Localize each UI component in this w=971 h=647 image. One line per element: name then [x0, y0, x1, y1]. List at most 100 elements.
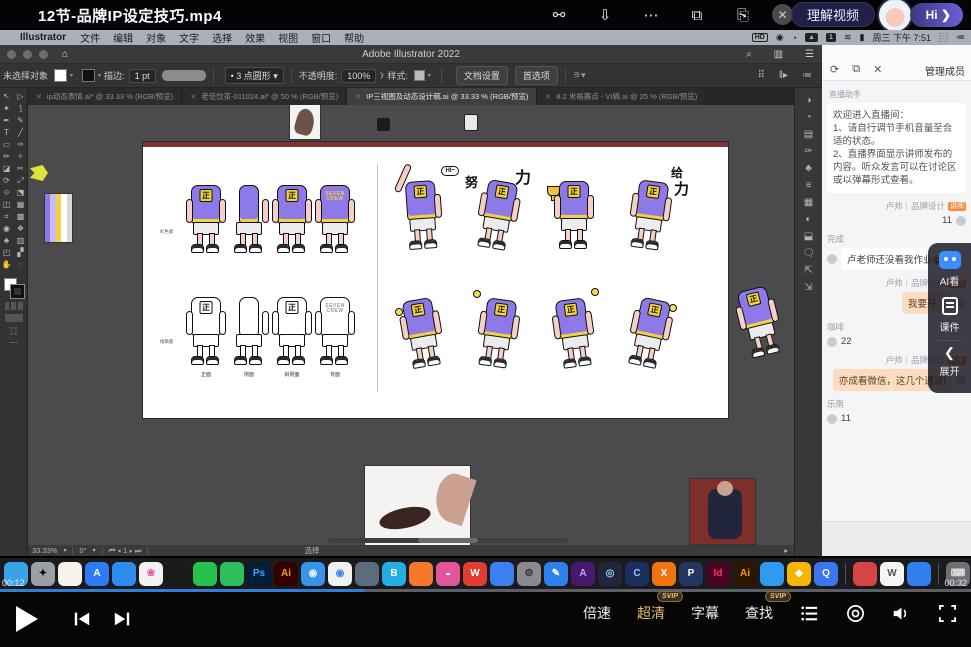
- dock-xmind-icon[interactable]: X: [652, 562, 676, 586]
- ai-watch-icon[interactable]: [939, 251, 961, 269]
- color-guide-panel-icon[interactable]: ◔: [805, 113, 811, 123]
- dock-keynote-icon[interactable]: [760, 562, 784, 586]
- menu-帮助[interactable]: 帮助: [344, 34, 364, 45]
- tab-close-icon[interactable]: ✕: [355, 93, 361, 101]
- tab-close-icon[interactable]: ✕: [190, 93, 196, 101]
- fill-stroke-control[interactable]: [4, 278, 24, 298]
- snap-icon[interactable]: ⠿: [758, 70, 765, 81]
- dock-wechat-icon[interactable]: [193, 562, 217, 586]
- volume-icon[interactable]: [891, 603, 911, 623]
- menu-窗口[interactable]: 窗口: [311, 34, 331, 45]
- tab-close-icon[interactable]: ✕: [545, 93, 551, 101]
- select-tool-icon[interactable]: ↖: [1, 91, 13, 102]
- mountain-icon[interactable]: ▲: [805, 33, 818, 42]
- screen-mode-icon[interactable]: ⿴: [8, 326, 20, 337]
- manage-members-link[interactable]: 管理成员: [925, 63, 965, 78]
- dock-quicktime-icon[interactable]: Q: [814, 562, 838, 586]
- paintbrush-tool-icon[interactable]: ✑: [15, 139, 27, 150]
- zoom-tool-icon[interactable]: ◌: [15, 259, 27, 270]
- dock-lanhu-icon[interactable]: [355, 562, 379, 586]
- dock-cinema4d-icon[interactable]: C: [625, 562, 649, 586]
- brush-preview[interactable]: [162, 70, 206, 81]
- dock-qq-icon[interactable]: [166, 562, 190, 586]
- dock-illustrator-icon[interactable]: Ai: [274, 562, 298, 586]
- brushes-panel-icon[interactable]: ✑: [804, 147, 812, 157]
- dock-aperture-icon[interactable]: ◎: [598, 562, 622, 586]
- understand-video-button[interactable]: 理解视频: [791, 2, 875, 27]
- stroke-weight-field[interactable]: 1 pt: [129, 69, 156, 83]
- rotation-value[interactable]: 0°: [79, 546, 86, 555]
- cast-icon[interactable]: ⎘: [733, 5, 753, 25]
- chat-input-area[interactable]: [822, 521, 971, 556]
- pattern-panel-icon[interactable]: ▦: [804, 198, 813, 208]
- control-center-icon[interactable]: ⿳: [939, 31, 948, 44]
- brush-select[interactable]: • 3 点圆形 ▾: [225, 67, 284, 84]
- artboard-tool-icon[interactable]: ◰: [1, 247, 13, 258]
- playlist-icon[interactable]: [799, 603, 819, 623]
- dock-chrome-icon[interactable]: ◉: [328, 562, 352, 586]
- search-icon[interactable]: ⌕: [746, 49, 752, 60]
- comments-panel-icon[interactable]: 🗨: [802, 249, 815, 259]
- one-badge-icon[interactable]: 1: [826, 33, 836, 42]
- rotate-tool-icon[interactable]: ⟳: [1, 175, 13, 186]
- popout-icon[interactable]: ⧉: [852, 63, 860, 76]
- clock-icon[interactable]: ◔: [792, 33, 797, 43]
- control-超清[interactable]: 超清SVIP: [637, 603, 665, 623]
- dock-w-circle-icon[interactable]: W: [880, 562, 904, 586]
- stroke-panel-icon[interactable]: ≡: [806, 181, 812, 191]
- dock-pencil-app-icon[interactable]: ✎: [544, 562, 568, 586]
- menu-编辑[interactable]: 编辑: [113, 34, 133, 45]
- asset-export-panel-icon[interactable]: ⇱: [804, 266, 812, 276]
- dock-bilibili-icon[interactable]: B: [382, 562, 406, 586]
- appearance-panel-icon[interactable]: ◐: [805, 215, 811, 225]
- close-window-icon[interactable]: ✕: [873, 63, 882, 76]
- dock-photos-icon[interactable]: ❀: [139, 562, 163, 586]
- more-icon[interactable]: ⋯: [641, 5, 661, 25]
- document-tab-4[interactable]: ✕8.2 米格赛点 - VI稿.ai @ 25 % (RGB/预览): [537, 88, 706, 105]
- eyedropper-tool-icon[interactable]: ◉: [1, 223, 13, 234]
- dock-indesign-icon[interactable]: Id: [706, 562, 730, 586]
- menu-选择[interactable]: 选择: [212, 34, 232, 45]
- arrange-documents-icon[interactable]: ▥: [774, 49, 783, 60]
- lasso-tool-icon[interactable]: ⟆: [15, 103, 27, 114]
- menu-对象[interactable]: 对象: [146, 34, 166, 45]
- perspective-tool-icon[interactable]: ▦: [15, 199, 27, 210]
- stroke-color-swatch[interactable]: [11, 285, 24, 298]
- dock-tencent-docs-icon[interactable]: [907, 562, 931, 586]
- horizontal-scrollbar[interactable]: [328, 538, 568, 543]
- refresh-icon[interactable]: ⟳: [830, 63, 839, 76]
- dock-photoshop-icon[interactable]: Ps: [247, 562, 271, 586]
- wifi-icon[interactable]: ≋: [844, 32, 852, 43]
- control-倍速[interactable]: 倍速: [583, 603, 611, 623]
- close-icon[interactable]: ✕: [772, 4, 793, 25]
- menu-文字[interactable]: 文字: [179, 34, 199, 45]
- hi-button[interactable]: Hi ❯: [910, 3, 963, 27]
- share-panel-icon[interactable]: ⇲: [804, 283, 812, 293]
- opacity-field[interactable]: 100%: [341, 69, 376, 83]
- collapse-chevron-icon[interactable]: ❮: [944, 347, 955, 359]
- align-icon[interactable]: ⚞▾: [573, 70, 586, 81]
- pencil-tool-icon[interactable]: ✏: [1, 151, 13, 162]
- dock-blender-icon[interactable]: [409, 562, 433, 586]
- document-setup-button[interactable]: 文档设置: [456, 66, 508, 85]
- status-arrow[interactable]: ▸: [784, 546, 788, 555]
- control-字幕[interactable]: 字幕: [691, 603, 719, 623]
- dock-settings-icon[interactable]: ⚙: [517, 562, 541, 586]
- dock-launchpad-icon[interactable]: ✦: [31, 562, 55, 586]
- tab-close-icon[interactable]: ✕: [36, 93, 42, 101]
- courseware-icon[interactable]: [942, 297, 958, 315]
- shaper-tool-icon[interactable]: ✧: [15, 151, 27, 162]
- slice-tool-icon[interactable]: ▞: [15, 247, 27, 258]
- workspace-icon[interactable]: ☰: [805, 49, 814, 60]
- magic-wand-tool-icon[interactable]: ✦: [1, 103, 13, 114]
- graph-tool-icon[interactable]: ▥: [15, 235, 27, 246]
- canvas[interactable]: 彩色版 线稿版 正正SEVENCREW HI~正努力正正给力正 正正面侧面正斜侧…: [28, 105, 794, 545]
- swatches-panel-icon[interactable]: ▤: [804, 130, 813, 140]
- artboard-nav[interactable]: ⏮ ◂ 1 ▸ ⏭: [109, 546, 142, 556]
- color-mode-buttons[interactable]: [5, 302, 23, 310]
- pip-icon[interactable]: ⧉: [687, 5, 707, 25]
- dock-wps-icon[interactable]: W: [463, 562, 487, 586]
- record-icon[interactable]: [845, 603, 865, 623]
- next-button[interactable]: [112, 611, 132, 632]
- color-panel-icon[interactable]: ◑: [805, 96, 811, 106]
